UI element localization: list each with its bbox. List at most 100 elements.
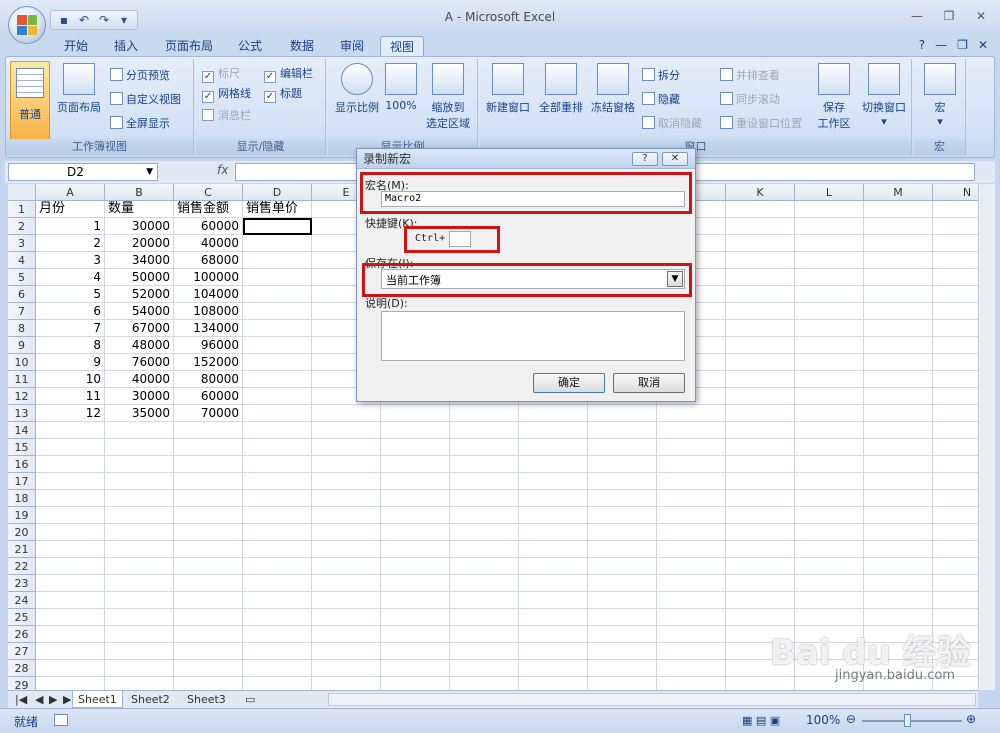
- cell-a9[interactable]: 8: [36, 337, 105, 354]
- cell-j23[interactable]: [657, 575, 726, 592]
- cell-g24[interactable]: [450, 592, 519, 609]
- row-header[interactable]: 22: [8, 558, 36, 575]
- cell-e25[interactable]: [312, 609, 381, 626]
- cell-d17[interactable]: [243, 473, 312, 490]
- cell-f18[interactable]: [381, 490, 450, 507]
- message-bar-checkbox[interactable]: 消息栏: [202, 107, 251, 125]
- cell-e27[interactable]: [312, 643, 381, 660]
- dialog-help-button[interactable]: ?: [632, 152, 658, 166]
- cell-e18[interactable]: [312, 490, 381, 507]
- cell-i16[interactable]: [588, 456, 657, 473]
- cell-g14[interactable]: [450, 422, 519, 439]
- cell-k19[interactable]: [726, 507, 795, 524]
- cell-l8[interactable]: [795, 320, 864, 337]
- cell-e14[interactable]: [312, 422, 381, 439]
- tab-formulas[interactable]: 公式: [230, 36, 270, 56]
- cell-i29[interactable]: [588, 677, 657, 690]
- cell-a18[interactable]: [36, 490, 105, 507]
- save-workspace-button[interactable]: 保存 工作区: [814, 63, 854, 131]
- cell-n21[interactable]: [933, 541, 978, 558]
- cell-n7[interactable]: [933, 303, 978, 320]
- cell-f29[interactable]: [381, 677, 450, 690]
- cell-b5[interactable]: 50000: [105, 269, 174, 286]
- cell-c5[interactable]: 100000: [174, 269, 243, 286]
- cell-k10[interactable]: [726, 354, 795, 371]
- cell-b25[interactable]: [105, 609, 174, 626]
- row-header[interactable]: 8: [8, 320, 36, 337]
- undo-icon[interactable]: ↶: [76, 12, 92, 28]
- cell-h18[interactable]: [519, 490, 588, 507]
- cell-l3[interactable]: [795, 235, 864, 252]
- cell-f13[interactable]: [381, 405, 450, 422]
- cell-l7[interactable]: [795, 303, 864, 320]
- cell-i24[interactable]: [588, 592, 657, 609]
- cell-d5[interactable]: [243, 269, 312, 286]
- full-screen-button[interactable]: 全屏显示: [110, 115, 170, 133]
- gridlines-checkbox[interactable]: ✓ 网格线: [202, 85, 251, 103]
- cell-m2[interactable]: [864, 218, 933, 235]
- view-side-by-side-button[interactable]: 并排查看: [720, 67, 780, 85]
- cell-l18[interactable]: [795, 490, 864, 507]
- cell-a11[interactable]: 10: [36, 371, 105, 388]
- ok-button[interactable]: 确定: [533, 373, 605, 393]
- switch-windows-button[interactable]: 切换窗口 ▾: [858, 63, 910, 128]
- cell-d27[interactable]: [243, 643, 312, 660]
- cell-a25[interactable]: [36, 609, 105, 626]
- synchronous-scrolling-button[interactable]: 同步滚动: [720, 91, 780, 109]
- tab-insert[interactable]: 插入: [106, 36, 146, 56]
- cell-c25[interactable]: [174, 609, 243, 626]
- zoom-slider-track[interactable]: [862, 720, 962, 722]
- cell-k13[interactable]: [726, 405, 795, 422]
- cell-a2[interactable]: 1: [36, 218, 105, 235]
- cell-l17[interactable]: [795, 473, 864, 490]
- cell-m9[interactable]: [864, 337, 933, 354]
- zoom-button[interactable]: 显示比例: [332, 63, 382, 115]
- cell-e28[interactable]: [312, 660, 381, 677]
- cell-d1[interactable]: 销售单价: [243, 201, 312, 218]
- cell-m3[interactable]: [864, 235, 933, 252]
- cell-a10[interactable]: 9: [36, 354, 105, 371]
- cell-a17[interactable]: [36, 473, 105, 490]
- cell-k29[interactable]: [726, 677, 795, 690]
- cell-e15[interactable]: [312, 439, 381, 456]
- cell-k14[interactable]: [726, 422, 795, 439]
- cell-c2[interactable]: 60000: [174, 218, 243, 235]
- cell-b27[interactable]: [105, 643, 174, 660]
- hide-button[interactable]: 隐藏: [642, 91, 680, 109]
- row-header[interactable]: 6: [8, 286, 36, 303]
- cell-n4[interactable]: [933, 252, 978, 269]
- cell-c1[interactable]: 销售金额: [174, 201, 243, 218]
- cell-n11[interactable]: [933, 371, 978, 388]
- cell-k7[interactable]: [726, 303, 795, 320]
- cell-i15[interactable]: [588, 439, 657, 456]
- column-header-k[interactable]: K: [726, 184, 795, 201]
- cell-a14[interactable]: [36, 422, 105, 439]
- cell-i17[interactable]: [588, 473, 657, 490]
- cell-n10[interactable]: [933, 354, 978, 371]
- cell-k15[interactable]: [726, 439, 795, 456]
- cell-h20[interactable]: [519, 524, 588, 541]
- cell-l14[interactable]: [795, 422, 864, 439]
- minimize-icon[interactable]: —: [908, 8, 926, 24]
- cell-d22[interactable]: [243, 558, 312, 575]
- cell-b19[interactable]: [105, 507, 174, 524]
- cell-n15[interactable]: [933, 439, 978, 456]
- sheet-tab-3[interactable]: Sheet3: [182, 691, 231, 708]
- cell-d24[interactable]: [243, 592, 312, 609]
- row-header[interactable]: 21: [8, 541, 36, 558]
- office-button[interactable]: [8, 6, 46, 44]
- cell-b15[interactable]: [105, 439, 174, 456]
- cell-c3[interactable]: 40000: [174, 235, 243, 252]
- cell-n14[interactable]: [933, 422, 978, 439]
- column-header-b[interactable]: B: [105, 184, 174, 201]
- row-header[interactable]: 2: [8, 218, 36, 235]
- freeze-panes-button[interactable]: 冻结窗格: [588, 63, 638, 115]
- cell-c23[interactable]: [174, 575, 243, 592]
- cell-c20[interactable]: [174, 524, 243, 541]
- zoom-100-button[interactable]: 100%: [384, 63, 418, 112]
- cell-d14[interactable]: [243, 422, 312, 439]
- cell-k24[interactable]: [726, 592, 795, 609]
- row-header[interactable]: 25: [8, 609, 36, 626]
- cell-n20[interactable]: [933, 524, 978, 541]
- row-header[interactable]: 10: [8, 354, 36, 371]
